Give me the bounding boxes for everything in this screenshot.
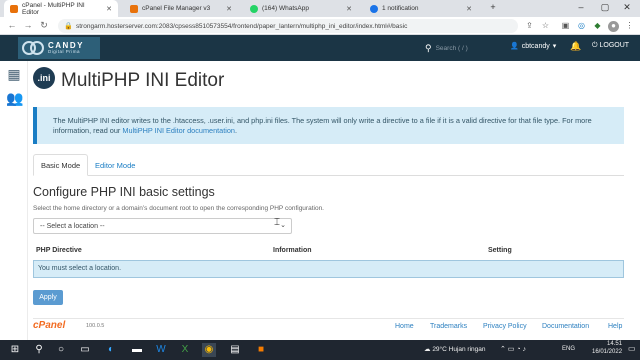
browser-tab-whatsapp[interactable]: (164) WhatsApp ✕ <box>244 0 358 17</box>
caret-down-icon: ▾ <box>552 43 557 50</box>
brand-logo[interactable]: CANDY Digital Prima <box>18 37 100 59</box>
menu-icon[interactable]: ⋮ <box>624 21 635 32</box>
share-icon[interactable]: ⇪ <box>524 21 535 32</box>
users-icon[interactable]: 👥 <box>6 90 23 106</box>
cpanel-favicon-icon <box>130 4 138 13</box>
info-callout: The MultiPHP INI editor writes to the .h… <box>33 107 624 144</box>
cpanel-favicon-icon <box>10 4 18 13</box>
tab-title: 1 notification <box>382 5 419 12</box>
user-menu[interactable]: 👤 cbtcandy ▾ <box>510 42 557 51</box>
forward-icon[interactable]: → <box>22 20 34 30</box>
maximize-icon[interactable]: ▢ <box>598 2 612 13</box>
app-icon[interactable]: ■ <box>254 343 268 357</box>
browser-tab-multiphp[interactable]: cPanel - MultiPHP INI Editor ✕ <box>4 0 118 17</box>
notification-favicon-icon <box>370 4 378 13</box>
system-clock[interactable]: 14.51 16/01/2022 <box>592 341 622 356</box>
username: cbtcandy <box>521 42 550 50</box>
column-setting: Setting <box>488 247 512 254</box>
url-field[interactable]: 🔒 strongarm.hosterserver.com:2083/cpsess… <box>58 19 518 33</box>
chevron-down-icon: ⌄ <box>280 222 286 229</box>
user-icon: 👤 <box>510 43 519 50</box>
extension-icon[interactable]: ▣ <box>560 21 571 32</box>
language-indicator[interactable]: ENG <box>562 346 575 352</box>
documentation-link[interactable]: MultiPHP INI Editor documentation <box>122 126 235 135</box>
cloud-icon: ☁ <box>424 346 431 353</box>
search-box: ⚲ <box>425 41 505 55</box>
windows-start-icon[interactable]: ⊞ <box>8 343 22 357</box>
profile-avatar[interactable]: ● <box>608 21 619 32</box>
clock-time: 14.51 <box>607 341 623 347</box>
lock-icon: 🔒 <box>64 23 73 30</box>
apply-button[interactable]: Apply <box>33 290 63 305</box>
close-icon[interactable]: ✕ <box>226 5 232 13</box>
logo-ring-icon <box>22 41 36 55</box>
excel-icon[interactable]: X <box>178 343 192 357</box>
edge-icon[interactable]: ◐ <box>104 343 118 357</box>
word-icon[interactable]: W <box>154 343 168 357</box>
ini-icon: .ini <box>33 67 55 89</box>
tab-title: cPanel File Manager v3 <box>142 5 211 12</box>
page-title: MultiPHP INI Editor <box>61 70 225 91</box>
search-input[interactable] <box>435 42 496 54</box>
footer-link-home[interactable]: Home <box>395 323 414 330</box>
tab-title: cPanel - MultiPHP INI Editor <box>22 1 85 16</box>
section-heading: Configure PHP INI basic settings <box>33 185 215 199</box>
folder-icon[interactable]: ▬ <box>130 343 144 357</box>
reload-icon[interactable]: ↻ <box>38 20 50 31</box>
extension-icon[interactable]: ◎ <box>576 21 587 32</box>
section-description: Select the home directory or a domain’s … <box>33 205 324 212</box>
footer-link-documentation[interactable]: Documentation <box>542 323 589 330</box>
browser-tab-notification[interactable]: 1 notification ✕ <box>364 0 478 17</box>
search-icon[interactable]: ⚲ <box>32 343 46 357</box>
column-php-directive: PHP Directive <box>36 247 82 254</box>
url-text: strongarm.hosterserver.com:2083/cpsess85… <box>76 22 408 30</box>
chrome-icon[interactable]: ◉ <box>202 343 216 357</box>
search-icon: ⚲ <box>425 42 432 53</box>
extension-icon[interactable]: ◆ <box>592 21 603 32</box>
back-icon[interactable]: ← <box>6 20 18 30</box>
table-header: PHP Directive Information Setting <box>33 244 624 260</box>
tab-editor-mode[interactable]: Editor Mode <box>88 154 142 176</box>
footer-link-trademarks[interactable]: Trademarks <box>430 323 467 330</box>
task-view-icon[interactable]: ○ <box>54 343 68 357</box>
whatsapp-favicon-icon <box>250 4 258 13</box>
clock-date: 16/01/2022 <box>592 348 623 355</box>
apps-grid-icon[interactable]: ▦ <box>6 66 22 82</box>
location-select[interactable]: -- Select a location -- ⌄ <box>33 218 292 234</box>
power-icon: ⏻ <box>592 42 598 49</box>
logo-tagline: Digital Prima <box>48 48 81 54</box>
footer <box>33 318 624 336</box>
column-information: Information <box>273 247 312 254</box>
window-close-icon[interactable]: ✕ <box>620 2 634 13</box>
select-value: -- Select a location -- <box>40 222 105 230</box>
tab-basic-mode[interactable]: Basic Mode <box>33 154 89 176</box>
bell-icon[interactable]: 🔔 <box>570 41 581 52</box>
tab-title: (164) WhatsApp <box>262 5 309 12</box>
close-icon[interactable]: ✕ <box>346 5 352 13</box>
version-text: 100.0.5 <box>86 323 105 329</box>
browser-tab-file-manager[interactable]: cPanel File Manager v3 ✕ <box>124 0 238 17</box>
minimize-icon[interactable]: – <box>574 2 588 12</box>
close-icon[interactable]: ✕ <box>466 5 472 13</box>
footer-link-privacy[interactable]: Privacy Policy <box>483 323 527 330</box>
cpanel-logo[interactable]: cPanel <box>33 320 65 331</box>
new-tab-icon[interactable]: + <box>486 2 500 12</box>
app-icon[interactable]: ▤ <box>228 343 242 357</box>
mouse-cursor-icon: ⌶ <box>274 217 280 228</box>
select-location-alert: You must select a location. <box>33 260 624 278</box>
tray-icons[interactable]: ⌃ ▭ ◔ ♪ <box>500 345 526 353</box>
notification-center-icon[interactable]: ▭ <box>628 344 636 353</box>
logout-button[interactable]: ⏻ LOGOUT <box>592 42 629 50</box>
close-icon[interactable]: ✕ <box>106 5 112 13</box>
bookmark-star-icon[interactable]: ☆ <box>540 21 551 32</box>
footer-link-help[interactable]: Help <box>608 323 622 330</box>
file-explorer-icon[interactable]: ▭ <box>78 343 92 357</box>
windows-taskbar <box>0 340 640 360</box>
weather-widget[interactable]: ☁ 29°C Hujan ringan <box>424 345 486 353</box>
info-end: . <box>235 125 238 135</box>
